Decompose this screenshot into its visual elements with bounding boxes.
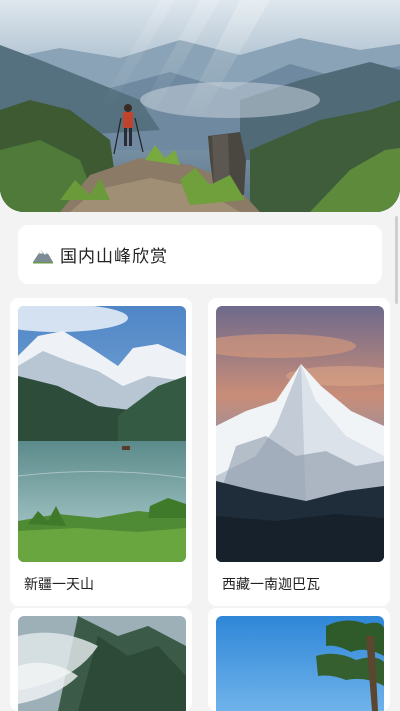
mountain-4-photo — [216, 616, 384, 711]
namchabarwa-photo — [216, 306, 384, 562]
mountain-card-3[interactable] — [10, 608, 192, 711]
section-header: 国内山峰欣赏 — [18, 225, 382, 284]
mountain-card-4[interactable] — [208, 608, 390, 711]
mountain-icon — [32, 244, 54, 266]
mountain-card-namchabarwa[interactable]: 西藏一南迦巴瓦 — [208, 298, 390, 606]
section-title: 国内山峰欣赏 — [60, 247, 168, 267]
hero-banner-image — [0, 0, 400, 212]
scrollbar[interactable] — [395, 216, 398, 304]
mountain-3-photo — [18, 616, 186, 711]
mountain-card-tianshan[interactable]: 新疆一天山 — [10, 298, 192, 606]
card-caption: 新疆一天山 — [24, 577, 94, 593]
card-caption: 西藏一南迦巴瓦 — [222, 577, 320, 593]
tianshan-photo — [18, 306, 186, 562]
